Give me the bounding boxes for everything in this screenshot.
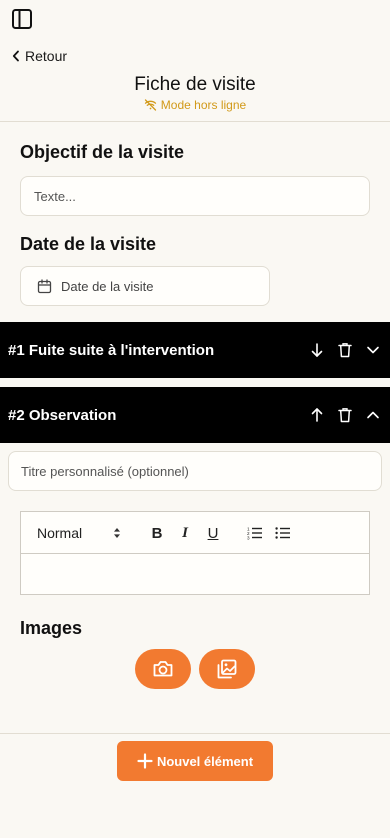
format-select[interactable]: Normal (37, 525, 121, 541)
trash-icon (338, 408, 352, 423)
editor-body[interactable] (21, 554, 369, 595)
back-label: Retour (25, 48, 68, 64)
header-divider (0, 121, 390, 122)
footer-divider (0, 733, 390, 734)
item-header-2[interactable]: #2 Observation (0, 387, 390, 443)
wifi-off-icon (144, 99, 156, 111)
bullet-list-button[interactable] (274, 524, 292, 542)
chevron-down-icon (367, 346, 379, 354)
delete-item-2-button[interactable] (336, 406, 354, 424)
date-placeholder: Date de la visite (61, 278, 154, 294)
trash-icon (338, 343, 352, 358)
item-title-2: #2 Observation (8, 406, 117, 424)
format-select-value: Normal (37, 524, 83, 541)
editor-toolbar: Normal B I U 1 2 3 (21, 512, 369, 554)
camera-icon (153, 661, 173, 677)
page-title: Fiche de visite (134, 74, 256, 95)
take-photo-button[interactable] (135, 649, 191, 689)
collapse-item-2-button[interactable] (364, 406, 382, 424)
select-arrows-icon (114, 527, 120, 538)
item-header-1[interactable]: #1 Fuite suite à l'intervention (0, 322, 390, 378)
ordered-list-button[interactable]: 1 2 3 (246, 524, 264, 542)
objective-input[interactable] (20, 176, 370, 216)
plus-icon (137, 753, 153, 769)
item-title-1: #1 Fuite suite à l'intervention (8, 341, 215, 359)
expand-item-1-button[interactable] (364, 341, 382, 359)
arrow-down-icon (311, 343, 323, 357)
offline-label: Mode hors ligne (160, 98, 247, 112)
images-label: Images (20, 618, 83, 638)
chevron-up-icon (367, 411, 379, 419)
move-up-button[interactable] (308, 406, 326, 424)
bold-button[interactable]: B (148, 524, 166, 542)
new-item-label: Nouvel élément (156, 753, 254, 769)
bullet-list-icon (275, 527, 290, 539)
new-item-button[interactable]: Nouvel élément (117, 741, 273, 781)
arrow-up-icon (311, 408, 323, 422)
image-gallery-icon (217, 659, 237, 679)
chevron-left-icon (12, 50, 19, 62)
sidebar-toggle-button[interactable] (10, 8, 34, 30)
custom-title-input[interactable] (8, 451, 382, 491)
objective-label: Objectif de la visite (20, 142, 185, 162)
svg-text:3: 3 (247, 536, 250, 541)
date-picker[interactable]: Date de la visite (20, 266, 270, 306)
rich-text-editor: Normal B I U 1 2 3 (20, 511, 370, 595)
sidebar-toggle-icon (12, 9, 32, 29)
underline-button[interactable]: U (204, 524, 222, 542)
move-down-button[interactable] (308, 341, 326, 359)
back-link[interactable]: Retour (12, 47, 67, 65)
gallery-button[interactable] (199, 649, 255, 689)
delete-item-1-button[interactable] (336, 341, 354, 359)
calendar-icon (37, 278, 52, 293)
ordered-list-icon: 1 2 3 (247, 527, 262, 541)
offline-status: Mode hors ligne (0, 98, 390, 112)
date-label: Date de la visite (20, 234, 157, 254)
italic-button[interactable]: I (176, 524, 194, 542)
